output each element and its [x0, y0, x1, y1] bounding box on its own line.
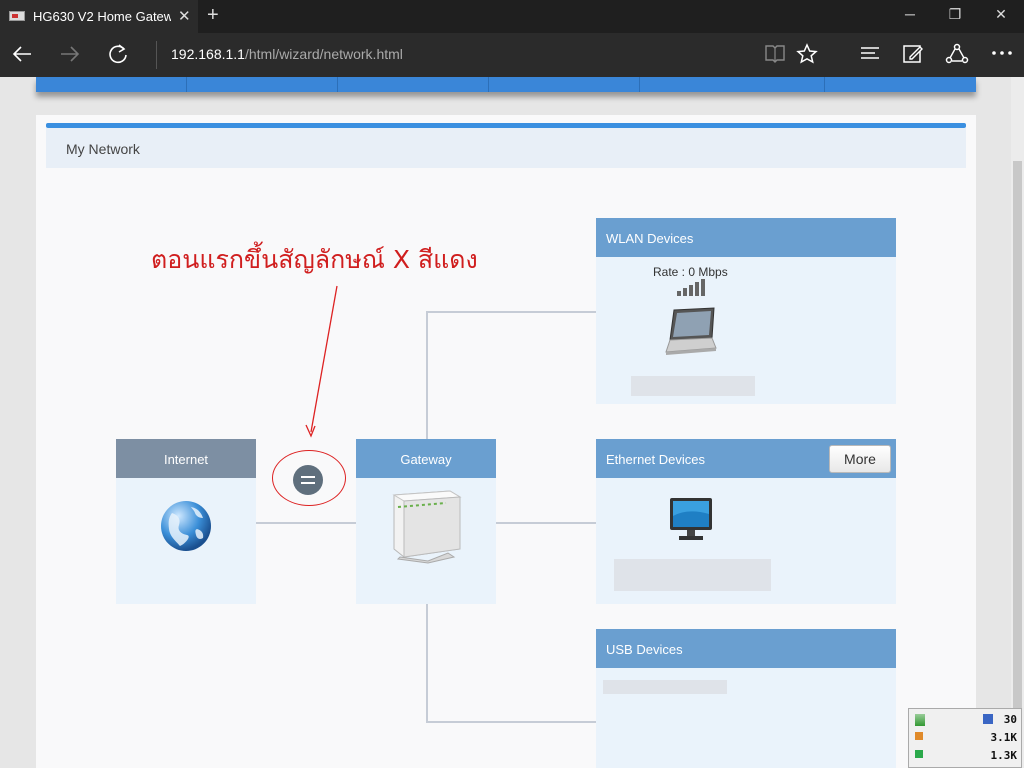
panel-header: My Network [46, 128, 966, 168]
gateway-card-header: Gateway [356, 439, 496, 478]
page-scrollbar[interactable] [1011, 77, 1024, 768]
gateway-usb-vertical-line [426, 604, 428, 722]
menu-divider [337, 77, 338, 92]
more-icon[interactable] [989, 43, 1015, 68]
gateway-ethernet-line [496, 522, 596, 524]
annotation-text: ตอนแรกขึ้นสัญลักษณ์ X สีแดง [151, 245, 478, 274]
back-icon[interactable] [10, 43, 34, 71]
minimize-icon[interactable]: ─ [900, 6, 920, 22]
internet-card[interactable]: Internet [116, 439, 256, 604]
top-menu-bar[interactable] [36, 77, 976, 92]
gateway-card[interactable]: Gateway [356, 439, 496, 604]
new-tab-icon[interactable]: + [207, 4, 219, 27]
meter-row: 1.3K [913, 747, 1019, 765]
ethernet-card-header: Ethernet Devices More [596, 439, 896, 478]
reading-view-icon[interactable] [762, 43, 788, 68]
download-arrow-icon [915, 714, 925, 726]
globe-icon [161, 501, 211, 551]
scrollbar-thumb[interactable] [1013, 161, 1022, 721]
upload-bar-icon [915, 732, 923, 740]
meter-row: 3.1K [913, 729, 1019, 747]
usb-label: USB Devices [606, 642, 683, 657]
more-button[interactable]: More [829, 445, 891, 473]
site-favicon-icon [9, 11, 25, 21]
ethernet-devices-card[interactable]: Ethernet Devices More [596, 439, 896, 604]
usb-device-name-placeholder [603, 680, 727, 694]
signal-strength-icon [677, 278, 707, 296]
forward-icon[interactable] [58, 43, 82, 71]
menu-divider [186, 77, 187, 92]
refresh-icon[interactable] [106, 43, 130, 71]
annotation-arrow [305, 285, 338, 438]
meter-value: 3.1K [990, 731, 1018, 744]
wlan-rate: Rate : 0 Mbps [653, 265, 728, 279]
gateway-wlan-vertical-line [426, 311, 428, 439]
browser-tab[interactable]: HG630 V2 Home Gatew ✕ [0, 0, 198, 33]
menu-divider [639, 77, 640, 92]
desktop-monitor-icon [670, 498, 712, 540]
menu-divider [824, 77, 825, 92]
gateway-wlan-horizontal-line [426, 311, 596, 313]
favorite-star-icon[interactable] [794, 43, 820, 70]
meter-value: 1.3K [990, 749, 1018, 762]
network-meter-widget: 30 3.1K 1.3K [908, 708, 1022, 768]
hub-icon[interactable] [857, 43, 883, 68]
address-bar[interactable]: 192.168.1.1/html/wizard/network.html [171, 46, 403, 62]
network-icon [983, 714, 993, 724]
ethernet-label: Ethernet Devices [606, 452, 705, 467]
gateway-usb-horizontal-line [426, 721, 596, 723]
internet-label: Internet [163, 452, 209, 467]
title-bar: HG630 V2 Home Gatew ✕ + ─ ❐ ✕ [0, 0, 1024, 33]
wlan-device-name-placeholder [631, 376, 755, 396]
gateway-label: Gateway [400, 452, 452, 467]
address-separator [156, 41, 157, 69]
internet-gateway-line [256, 522, 356, 524]
maximize-icon[interactable]: ❐ [945, 6, 965, 23]
url-path: /html/wizard/network.html [244, 46, 403, 62]
menu-divider [488, 77, 489, 92]
wlan-devices-card[interactable]: WLAN Devices Rate : 0 Mbps [596, 218, 896, 404]
router-icon [392, 490, 462, 564]
page-content: My Network ตอนแรกขึ้นสัญลักษณ์ X สีแดง I… [0, 77, 1024, 768]
wlan-card-header: WLAN Devices [596, 218, 896, 257]
web-note-icon[interactable] [900, 43, 926, 70]
ethernet-device-name-placeholder [614, 559, 771, 591]
meter-value: 30 [1003, 713, 1017, 726]
total-bar-icon [915, 750, 923, 758]
url-host: 192.168.1.1 [171, 46, 245, 62]
laptop-icon [665, 307, 717, 355]
tab-close-icon[interactable]: ✕ [178, 7, 191, 25]
window-close-icon[interactable]: ✕ [991, 6, 1011, 23]
panel-title: My Network [66, 141, 140, 157]
meter-row: 30 [913, 711, 1019, 729]
internet-card-header: Internet [116, 439, 256, 478]
share-icon[interactable] [944, 43, 970, 70]
wlan-label: WLAN Devices [606, 231, 694, 246]
tab-title: HG630 V2 Home Gatew [33, 9, 171, 24]
usb-card-header: USB Devices [596, 629, 896, 668]
connection-status-icon[interactable] [293, 465, 323, 495]
navigation-bar: 192.168.1.1/html/wizard/network.html [0, 33, 1024, 77]
usb-devices-card[interactable]: USB Devices [596, 629, 896, 768]
